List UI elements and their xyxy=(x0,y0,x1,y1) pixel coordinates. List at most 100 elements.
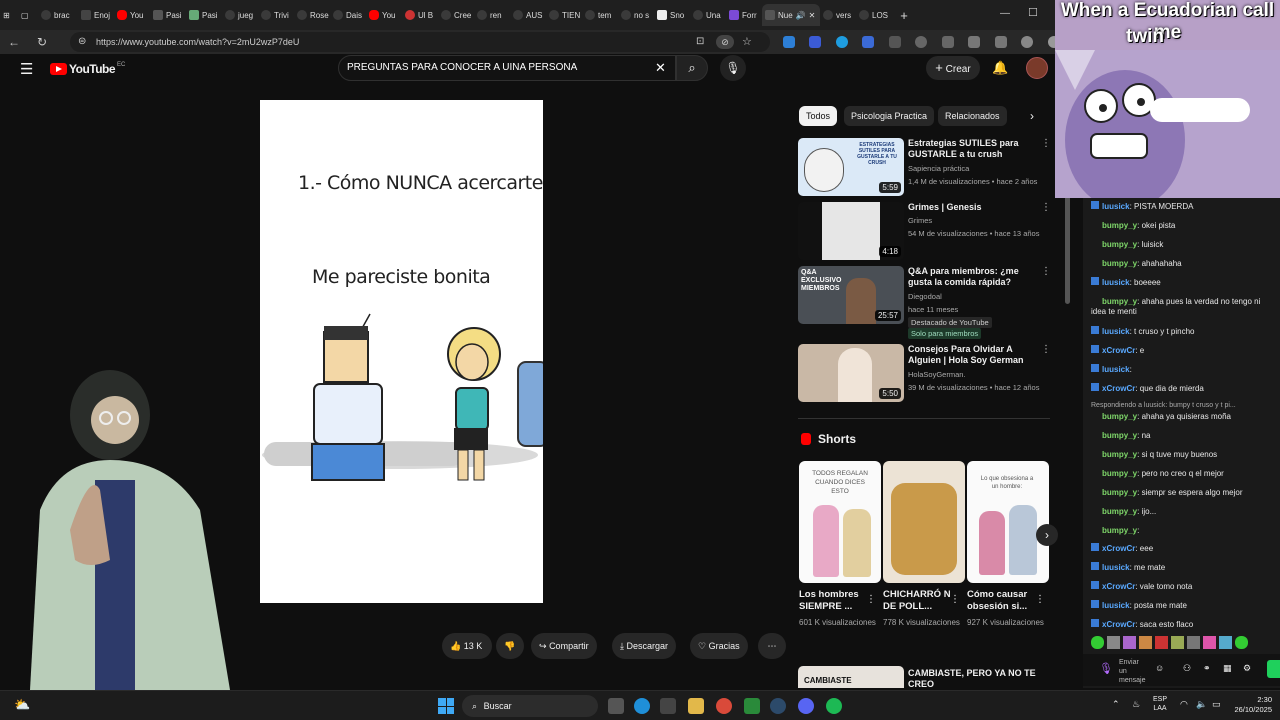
language-indicator[interactable]: ESP LAA xyxy=(1150,695,1170,713)
emote-icon[interactable] xyxy=(1155,636,1168,649)
steam-icon[interactable] xyxy=(770,698,786,714)
extension-icon[interactable] xyxy=(862,36,875,48)
site-info-icon[interactable]: ⊜ xyxy=(78,32,86,52)
extension-icon[interactable] xyxy=(968,36,981,48)
maximize-icon[interactable]: ☐ xyxy=(1028,6,1038,19)
voice-search-button[interactable]: 🎙 xyxy=(720,55,746,81)
extension-icon[interactable] xyxy=(888,36,901,48)
emote-icon[interactable] xyxy=(1091,636,1104,649)
like-button[interactable]: 👍 13 K xyxy=(442,633,492,659)
tray-chevron-icon[interactable]: ⌃ xyxy=(1112,699,1120,710)
viewers-icon[interactable]: ⚭ xyxy=(1203,663,1211,674)
avatar[interactable] xyxy=(1026,57,1048,79)
share-button[interactable]: ↪ Compartir xyxy=(531,633,597,659)
video-thumbnail[interactable]: CAMBIASTE xyxy=(798,666,904,688)
new-tab-icon[interactable]: + xyxy=(892,4,916,26)
more-options-icon[interactable]: ⋮ xyxy=(1041,266,1051,277)
browser-tab[interactable]: brac xyxy=(38,4,78,26)
recommendation-item[interactable]: Q&A EXCLUSIVO MIEMBROS 25:57 Q&A para mi… xyxy=(798,266,1053,339)
browser-tab[interactable]: ren xyxy=(474,4,510,26)
bits-icon[interactable]: ⚇ xyxy=(1183,663,1191,674)
video-player[interactable]: 1.- Cómo NUNCA acercarte Me pareciste bo… xyxy=(260,100,543,603)
video-thumbnail[interactable]: Q&A EXCLUSIVO MIEMBROS 25:57 xyxy=(798,266,904,324)
browser-tab[interactable]: Una xyxy=(690,4,726,26)
search-input[interactable]: PREGUNTAS PARA CONOCER A UINA PERSONA ✕ xyxy=(338,55,676,81)
discord-icon[interactable] xyxy=(798,698,814,714)
video-thumbnail[interactable]: 5:50 xyxy=(798,344,904,402)
weather-icon[interactable]: ⛅ xyxy=(14,697,30,713)
download-button[interactable]: ⤓ Descargar xyxy=(612,633,677,659)
chat-input[interactable]: Enviar un mensaje xyxy=(1119,658,1147,685)
chip-psicologia-practica[interactable]: Psicologia Practica xyxy=(844,106,935,126)
emoji-icon[interactable]: ☺ xyxy=(1155,663,1164,673)
browser-tab[interactable]: Pasi xyxy=(186,4,222,26)
short-thumbnail[interactable]: Lo que obsesiona a un hombre: xyxy=(967,461,1049,583)
chat-username[interactable]: bumpy_y xyxy=(1102,412,1137,421)
chat-username[interactable]: bumpy_y xyxy=(1102,431,1137,440)
chrome-icon[interactable] xyxy=(716,698,732,714)
hamburger-menu-icon[interactable]: ☰ xyxy=(20,60,33,78)
extension-icon[interactable] xyxy=(1021,36,1034,48)
extension-icon[interactable] xyxy=(994,36,1007,48)
extension-icon[interactable] xyxy=(783,36,795,48)
volume-icon[interactable]: 🔈 xyxy=(1196,699,1207,710)
more-options-icon[interactable]: ⋮ xyxy=(1041,202,1051,213)
windows-start-icon[interactable] xyxy=(438,698,454,714)
chat-username[interactable]: luusick xyxy=(1102,327,1130,336)
recommendation-item[interactable]: 4:18 Grimes | Genesis Grimes 54 M de vis… xyxy=(798,202,1053,260)
youtube-logo[interactable]: YouTube EC xyxy=(50,62,125,76)
recommendation-item[interactable]: CAMBIASTE CAMBIASTE, PERO YA NO TE CREO xyxy=(798,666,1053,688)
browser-tab[interactable]: AUS xyxy=(510,4,546,26)
edge-icon[interactable] xyxy=(634,698,650,714)
browser-tab[interactable]: Dais xyxy=(330,4,366,26)
grid-icon[interactable]: ▦ xyxy=(1223,663,1232,674)
tracking-icon[interactable]: ⊘ xyxy=(716,35,734,49)
notifications-bell-icon[interactable]: 🔔 xyxy=(992,60,1008,76)
extension-icon[interactable] xyxy=(809,36,822,48)
spotify-icon[interactable] xyxy=(826,698,842,714)
thanks-button[interactable]: ♡ Gracias xyxy=(690,633,748,659)
task-view-icon[interactable] xyxy=(608,698,624,714)
chat-username[interactable]: xCrowCr xyxy=(1102,346,1135,355)
tray-icon[interactable]: ♨ xyxy=(1132,699,1140,710)
chat-username[interactable]: luusick xyxy=(1102,278,1130,287)
emote-icon[interactable] xyxy=(1107,636,1120,649)
browser-tab[interactable]: tem xyxy=(582,4,618,26)
file-explorer-icon[interactable] xyxy=(688,698,704,714)
extension-icon[interactable] xyxy=(915,36,928,48)
tab-close-icon[interactable]: ✕ xyxy=(809,11,816,20)
battery-icon[interactable]: ▭ xyxy=(1212,699,1221,710)
browser-tab[interactable]: Enoj xyxy=(78,4,114,26)
browser-tab[interactable]: Ul B xyxy=(402,4,438,26)
browser-tab[interactable]: Pasi xyxy=(150,4,186,26)
browser-tab[interactable]: vers xyxy=(820,4,856,26)
video-thumbnail[interactable]: ESTRATEGIAS SUTILES PARA GUSTARLE A TU C… xyxy=(798,138,904,196)
extension-icon[interactable] xyxy=(835,36,848,48)
chat-username[interactable]: bumpy_y xyxy=(1102,221,1137,230)
chip-relacionados[interactable]: Relacionados xyxy=(938,106,1007,126)
chat-username[interactable]: bumpy_y xyxy=(1102,450,1137,459)
emote-icon[interactable] xyxy=(1219,636,1232,649)
clock[interactable]: 2:30 26/10/2025 xyxy=(1228,695,1272,715)
clear-search-icon[interactable]: ✕ xyxy=(655,56,666,80)
more-options-icon[interactable]: ⋮ xyxy=(1041,138,1051,149)
chat-username[interactable]: bumpy_y xyxy=(1102,240,1137,249)
chat-username[interactable]: luusick xyxy=(1102,601,1130,610)
browser-tab[interactable]: no s xyxy=(618,4,654,26)
chat-username[interactable]: bumpy_y xyxy=(1102,507,1137,516)
browser-tab[interactable]: jueg xyxy=(222,4,258,26)
minimize-icon[interactable]: — xyxy=(1000,8,1010,19)
chat-username[interactable]: bumpy_y xyxy=(1102,297,1137,306)
chat-username[interactable]: bumpy_y xyxy=(1102,259,1137,268)
tab-audio-icon[interactable]: 🔊 xyxy=(796,11,806,20)
tab-search-icon[interactable]: ⊞ xyxy=(0,4,18,26)
chevron-right-icon[interactable]: › xyxy=(1030,109,1034,123)
more-options-icon[interactable]: ⋮ xyxy=(1035,594,1045,605)
extension-icon[interactable] xyxy=(941,36,954,48)
chat-username[interactable]: luusick xyxy=(1102,563,1130,572)
chat-username[interactable]: luusick xyxy=(1102,365,1130,374)
wifi-icon[interactable]: ◠ xyxy=(1180,699,1188,710)
emote-icon[interactable] xyxy=(1139,636,1152,649)
chip-all[interactable]: Todos xyxy=(799,106,838,126)
short-thumbnail[interactable] xyxy=(883,461,965,583)
